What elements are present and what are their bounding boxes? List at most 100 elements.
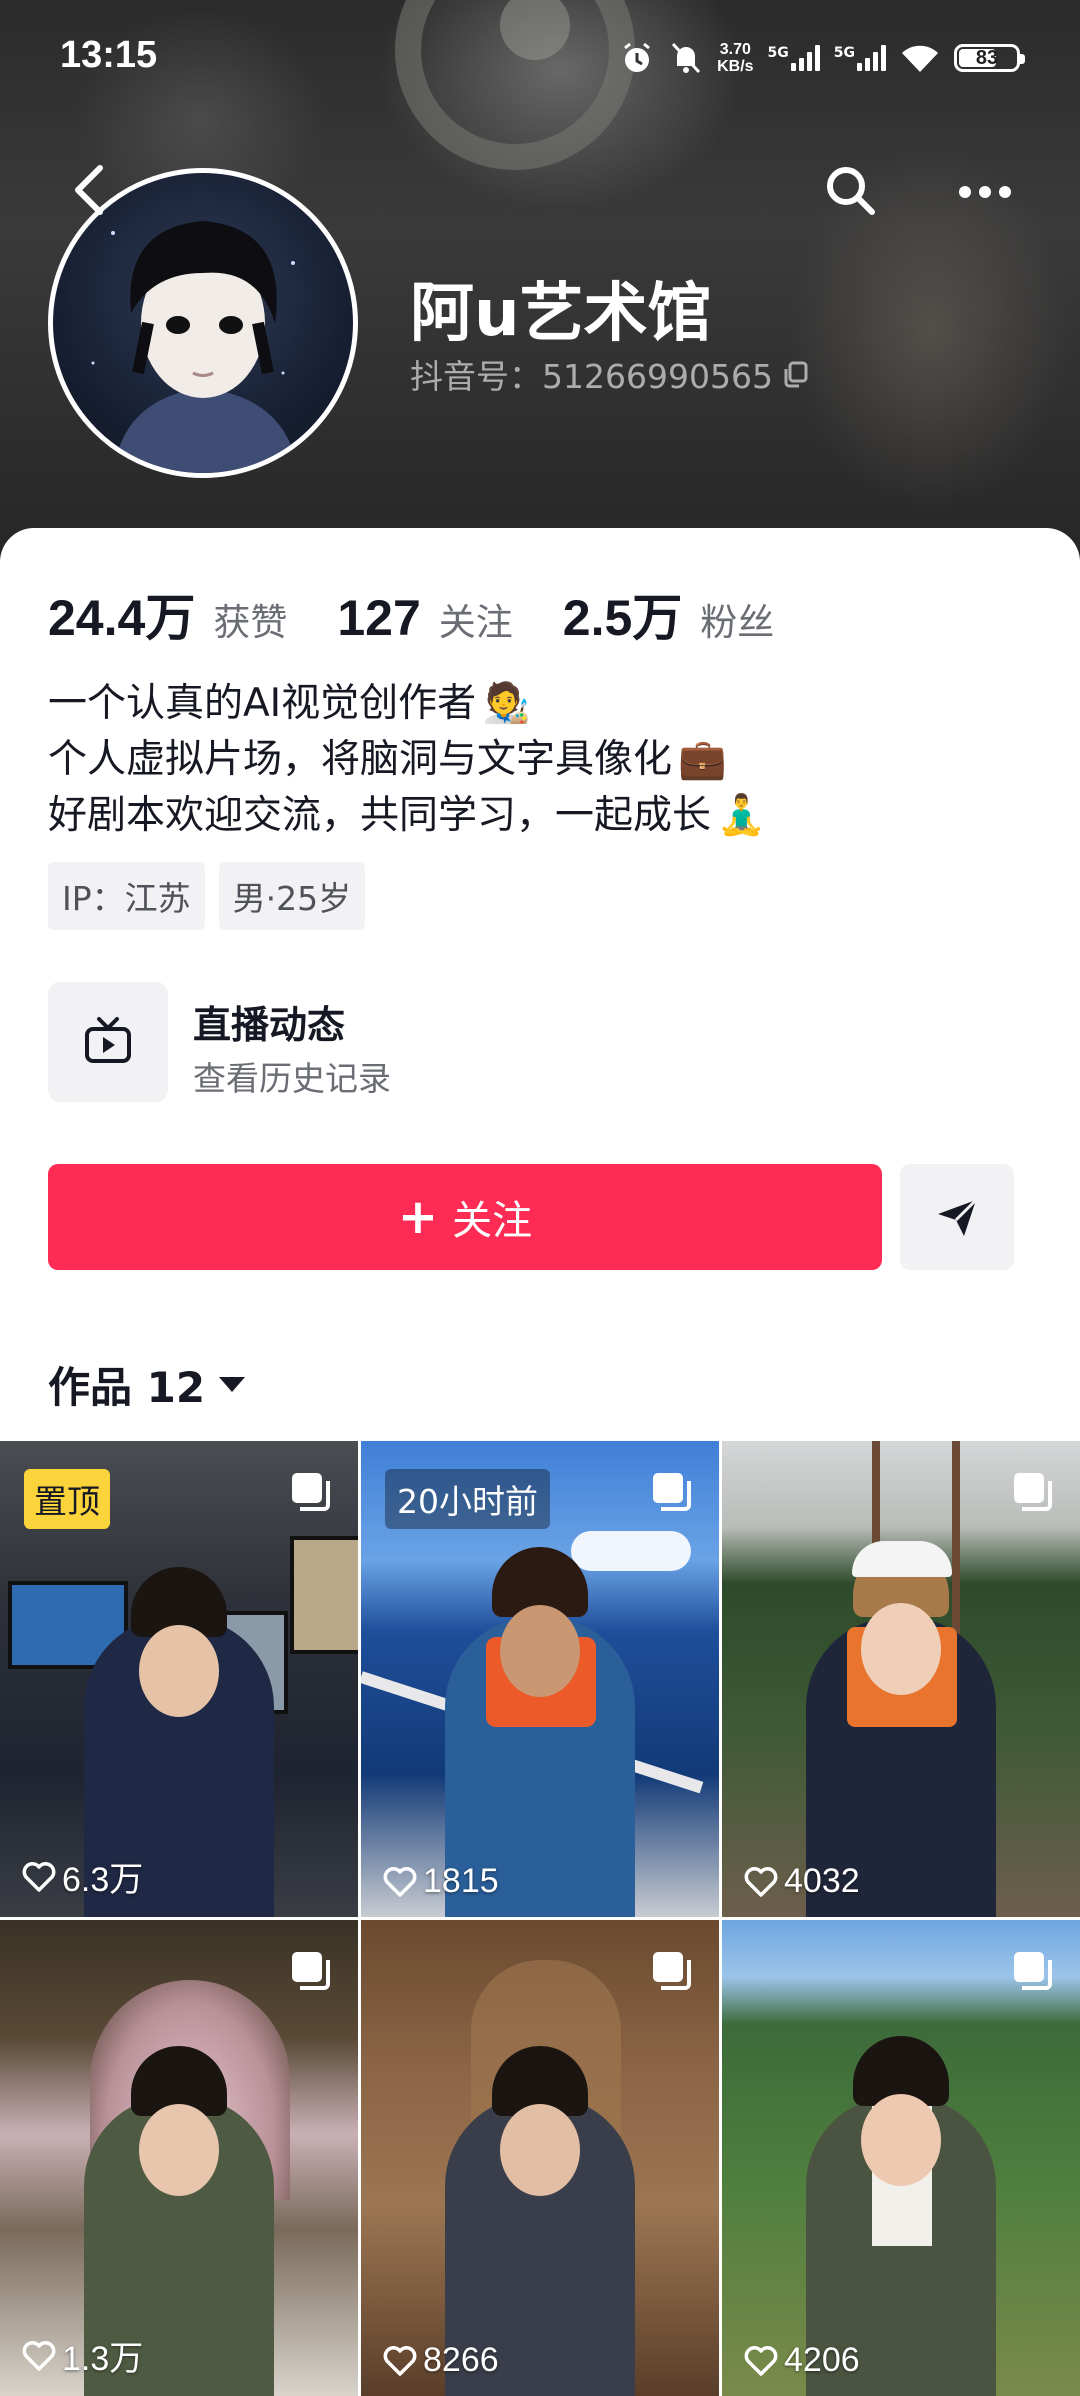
heart-icon [22, 1861, 56, 1892]
plus-icon: + [397, 1189, 439, 1245]
time-badge: 20小时前 [385, 1469, 550, 1529]
status-bar: 13:15 3.70 KB/s 5G 5G 83 [0, 0, 1080, 110]
back-button[interactable] [62, 160, 122, 220]
mute-bell-icon [671, 42, 701, 74]
heart-icon [383, 2345, 417, 2376]
person-face [139, 1625, 219, 1717]
heart-icon [744, 2345, 778, 2376]
signal-bars-2-icon [857, 45, 886, 71]
video-likes: 6.3万 [22, 1852, 143, 1901]
video-like-count: 1.3万 [62, 2340, 144, 2378]
live-subtitle: 查看历史记录 [193, 1059, 391, 1098]
wifi-icon [902, 45, 938, 72]
heart-icon [744, 1866, 778, 1897]
pinned-badge: 置顶 [24, 1469, 110, 1529]
video-likes: 1.3万 [22, 2331, 143, 2380]
search-icon [827, 167, 875, 215]
video-grid: 置顶 6.3万 20小时前 1815 4032 1.3万 8266 4206 [0, 1441, 1080, 2396]
network-type-2: 5G [833, 45, 855, 61]
network-speed: 3.70 KB/s [717, 41, 753, 75]
video-like-count: 4032 [784, 1862, 860, 1900]
back-arrow-icon [75, 165, 103, 215]
caret-down-icon [219, 1377, 246, 1392]
hard-hat [852, 1541, 952, 1577]
bio-line-2: 个人虚拟片场，将脑洞与文字具像化 💼 [48, 732, 766, 788]
cloud-image [571, 1531, 691, 1571]
video-likes: 4032 [744, 1862, 860, 1901]
live-title: 直播动态 [193, 1003, 346, 1047]
more-icon [959, 186, 1011, 198]
heart-icon [383, 1866, 417, 1897]
profile-header: 13:15 3.70 KB/s 5G 5G 83 阿u艺术馆 抖音号：51266… [0, 0, 1080, 560]
likes-count[interactable]: 24.4万 [48, 578, 195, 650]
share-icon [938, 1198, 978, 1236]
speed-value: 3.70 [719, 41, 751, 58]
follow-button[interactable]: + 关注 [48, 1164, 882, 1270]
multi-image-icon [653, 1473, 691, 1511]
following-count[interactable]: 127 [337, 589, 420, 647]
stats-row: 24.4万 获赞 127 关注 2.5万 粉丝 [48, 578, 824, 650]
live-history-entry[interactable]: 直播动态 查看历史记录 [48, 982, 648, 1102]
video-likes: 1815 [383, 1862, 499, 1901]
briefcase-emoji-icon: 💼 [678, 737, 727, 782]
bio: 一个认真的AI视觉创作者 🧑‍🎨 个人虚拟片场，将脑洞与文字具像化 💼 好剧本欢迎交… [48, 676, 766, 844]
person-face [139, 2104, 219, 2196]
heart-icon [22, 2340, 56, 2371]
video-tile[interactable]: 20小时前 1815 [361, 1441, 719, 1917]
bio-line-1: 一个认真的AI视觉创作者 🧑‍🎨 [48, 676, 766, 732]
status-icons: 3.70 KB/s 5G 5G 83 [619, 36, 1025, 80]
copy-icon[interactable] [781, 359, 811, 389]
signal-bars-1-icon [790, 45, 820, 71]
douyin-id-text: 抖音号：51266990565 [410, 357, 773, 396]
multi-image-icon [1014, 1473, 1052, 1511]
followers-label[interactable]: 粉丝 [700, 592, 774, 646]
tv-icon [85, 1017, 131, 1063]
likes-label[interactable]: 获赞 [213, 592, 287, 646]
ip-location-tag: IP：江苏 [48, 862, 205, 930]
video-like-count: 8266 [423, 2341, 499, 2379]
profile-tags: IP：江苏 男·25岁 [48, 862, 366, 930]
status-time: 13:15 [60, 34, 158, 76]
bio-line-3: 好剧本欢迎交流，共同学习，一起成长 🧘‍♂️ [48, 788, 766, 844]
signal-1: 5G [768, 45, 820, 71]
monitor-image [290, 1536, 358, 1654]
multi-image-icon [292, 1473, 330, 1511]
multi-image-icon [653, 1952, 691, 1990]
video-likes: 4206 [744, 2341, 860, 2380]
video-tile[interactable]: 1.3万 [0, 1920, 358, 2396]
gender-age-tag: 男·25岁 [218, 862, 366, 930]
video-like-count: 1815 [423, 1862, 499, 1900]
speed-unit: KB/s [717, 58, 754, 75]
works-tab-label: 作品 12 [48, 1363, 206, 1412]
douyin-id[interactable]: 抖音号：51266990565 [410, 350, 811, 398]
video-likes: 8266 [383, 2341, 499, 2380]
search-button[interactable] [820, 160, 880, 220]
multi-image-icon [1014, 1952, 1052, 1990]
profile-nickname: 阿u艺术馆 [410, 277, 712, 351]
network-type-1: 5G [767, 45, 789, 61]
share-button[interactable] [900, 1164, 1014, 1270]
following-label[interactable]: 关注 [439, 592, 513, 646]
person-face [500, 1605, 580, 1697]
bio-line-2-text: 个人虚拟片场，将脑洞与文字具像化 [48, 737, 673, 782]
battery-level: 83 [975, 46, 999, 69]
video-tile[interactable]: 8266 [361, 1920, 719, 2396]
alarm-icon [624, 42, 651, 72]
followers-count[interactable]: 2.5万 [563, 578, 683, 650]
video-tile[interactable]: 4032 [722, 1441, 1080, 1917]
artist-emoji-icon: 🧑‍🎨 [482, 681, 531, 726]
person-face [500, 2104, 580, 2196]
meditation-emoji-icon: 🧘‍♂️ [717, 793, 766, 838]
person-face [861, 1603, 941, 1695]
battery-icon: 83 [954, 44, 1025, 72]
video-tile[interactable]: 4206 [722, 1920, 1080, 2396]
multi-image-icon [292, 1952, 330, 1990]
live-icon-box [48, 982, 168, 1102]
more-button[interactable] [950, 160, 1020, 220]
video-tile[interactable]: 置顶 6.3万 [0, 1441, 358, 1917]
video-like-count: 6.3万 [62, 1861, 144, 1899]
tab-works[interactable]: 作品 12 [48, 1354, 246, 1415]
bio-line-3-text: 好剧本欢迎交流，共同学习，一起成长 [48, 793, 712, 838]
signal-2: 5G [834, 45, 886, 71]
bio-line-1-text: 一个认真的AI视觉创作者 [48, 681, 477, 726]
